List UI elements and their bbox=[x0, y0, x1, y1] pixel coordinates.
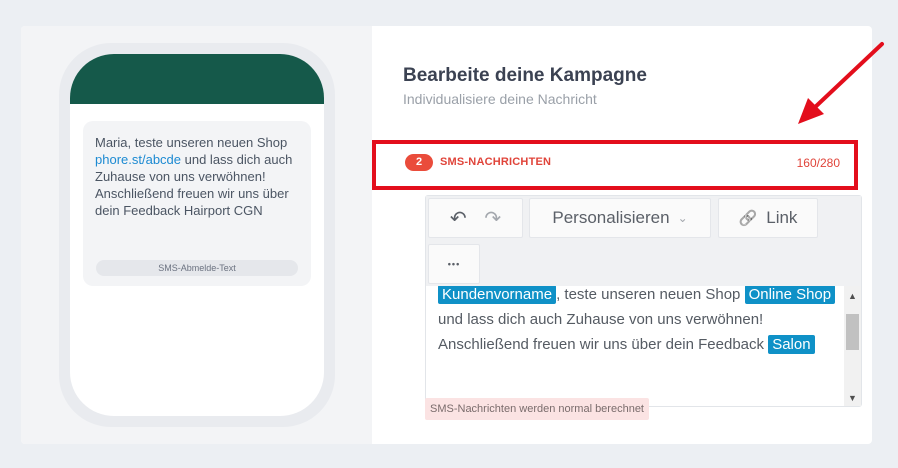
undo-icon[interactable]: ↶ bbox=[450, 206, 467, 231]
billing-notice: SMS-Nachrichten werden normal berechnet bbox=[425, 398, 649, 420]
personalize-label: Personalisieren bbox=[552, 208, 670, 227]
editor-scrollbar[interactable]: ▲ ▼ bbox=[844, 286, 861, 406]
message-link[interactable]: phore.st/abcde bbox=[95, 152, 181, 167]
scroll-up-icon[interactable]: ▲ bbox=[844, 290, 861, 302]
phone-screen: Maria, teste unseren neuen Shop phore.st… bbox=[70, 54, 324, 416]
link-button[interactable]: 🔗 Link bbox=[718, 198, 818, 238]
chevron-down-icon: ⌄ bbox=[677, 211, 688, 225]
undo-redo-group: ↶ ↷ bbox=[428, 198, 523, 238]
page-subtitle: Individualisiere deine Nachricht bbox=[403, 91, 597, 107]
editor-content[interactable]: Kundenvorname, teste unseren neuen Shop … bbox=[426, 286, 844, 406]
tag-salon[interactable]: Salon bbox=[768, 335, 815, 354]
editor-text-segment: , teste unseren neuen Shop bbox=[556, 286, 745, 303]
message-preview-text: Maria, teste unseren neuen Shop phore.st… bbox=[95, 134, 299, 219]
scrollbar-thumb[interactable] bbox=[846, 314, 859, 350]
campaign-card: Maria, teste unseren neuen Shop phore.st… bbox=[21, 26, 872, 444]
page-title: Bearbeite deine Kampagne bbox=[403, 65, 647, 86]
annotation-highlight-box bbox=[372, 140, 858, 190]
editor-text[interactable]: Kundenvorname, teste unseren neuen Shop … bbox=[438, 286, 844, 357]
editor-toolbar: ↶ ↷ Personalisieren ⌄ 🔗 Link ••• bbox=[426, 196, 861, 286]
link-icon: 🔗 bbox=[738, 210, 758, 227]
preview-pane: Maria, teste unseren neuen Shop phore.st… bbox=[21, 26, 372, 444]
link-label: Link bbox=[766, 208, 798, 227]
more-options-button[interactable]: ••• bbox=[428, 244, 480, 284]
message-text-start: Maria, teste unseren neuen Shop bbox=[95, 135, 288, 150]
more-icon: ••• bbox=[447, 259, 461, 269]
personalize-dropdown[interactable]: Personalisieren ⌄ bbox=[529, 198, 711, 238]
tag-customer-name[interactable]: Kundenvorname bbox=[438, 286, 557, 304]
tag-online-shop[interactable]: Online Shop bbox=[744, 286, 836, 304]
message-editor: ↶ ↷ Personalisieren ⌄ 🔗 Link ••• Kundenv… bbox=[425, 195, 862, 407]
scroll-down-icon[interactable]: ▼ bbox=[844, 392, 861, 404]
phone-mockup: Maria, teste unseren neuen Shop phore.st… bbox=[59, 43, 335, 427]
redo-icon[interactable]: ↷ bbox=[484, 206, 501, 231]
phone-header-bar bbox=[70, 54, 324, 104]
message-bubble: Maria, teste unseren neuen Shop phore.st… bbox=[83, 121, 311, 286]
optout-pill: SMS-Abmelde-Text bbox=[96, 260, 298, 276]
annotation-arrow-icon bbox=[798, 42, 884, 124]
editor-text-segment: und lass dich auch Zuhause von uns verwö… bbox=[438, 311, 769, 353]
